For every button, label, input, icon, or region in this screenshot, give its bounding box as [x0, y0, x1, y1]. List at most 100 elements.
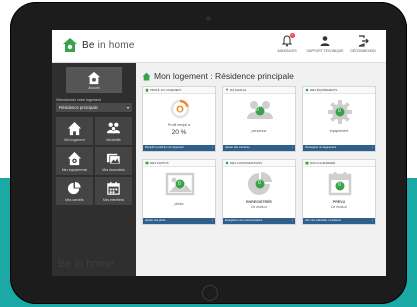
card-title: Mon calendrier [310, 161, 336, 165]
sidebar-item-label: Mon logement [64, 137, 85, 142]
house-icon [67, 121, 82, 135]
photo-caption: photo [174, 202, 184, 206]
card-footer-link[interactable]: Remplir le profil de mon logement i [143, 145, 215, 151]
tablet-device: Be in home 0 Annonces Support technique … [10, 2, 407, 304]
info-icon: i [372, 219, 373, 222]
family-icon [106, 122, 121, 133]
sidebar-item-famille[interactable]: Ma famille [95, 117, 132, 145]
card-footer-text: Ajouter des membres [225, 146, 250, 149]
logout-label: Déconnexion [350, 49, 376, 53]
home-tile[interactable]: Accueil [66, 67, 122, 93]
card-body: Profil rempli à 20 % [143, 94, 215, 144]
calendar-status: PRÉVU [332, 200, 346, 204]
photo-count: 0 [178, 181, 181, 187]
sidebar-item-conseils[interactable]: Mes conseils [56, 177, 93, 205]
family-caption: personne [251, 129, 267, 133]
calendar-count: 0 [338, 182, 341, 188]
photos-icon [106, 153, 121, 164]
card-title: Mes équipements [310, 88, 338, 92]
sidebar-item-label: Mes conseils [65, 197, 84, 202]
card-footer-link[interactable]: Enregistrer mes consommations i [223, 218, 295, 224]
announcements-button[interactable]: 0 Annonces [270, 33, 304, 53]
family-icon [226, 88, 228, 91]
card-header: Ma famille [223, 87, 295, 94]
consumption-status: ENREGISTRÉE [246, 200, 272, 204]
sidebar-watermark: Be in home [58, 258, 114, 270]
sidebar-item-label: Mes entretiens [103, 197, 124, 202]
home-button[interactable] [202, 285, 218, 301]
card-title: Profil du logement [150, 88, 182, 92]
card-photos[interactable]: Mes photos 0 photo Ajouter une photo i [142, 159, 216, 225]
home-tile-label: Accueil [88, 85, 100, 90]
sidebar-item-documents[interactable]: Mes documents [95, 147, 132, 175]
house-logo-icon [87, 71, 101, 84]
calendar-icon [305, 161, 309, 165]
card-consommations[interactable]: Mes consommations 0 ENREGISTRÉE Ce mois-… [222, 159, 296, 225]
sidebar-item-label: Mes documents [102, 167, 125, 172]
card-footer-link[interactable]: Ajouter des membres i [223, 145, 295, 151]
card-body: 0 PRÉVU Ce mois-ci [303, 167, 375, 217]
top-bar: Be in home 0 Annonces Support technique … [52, 30, 386, 63]
app-logo[interactable]: Be in home [62, 37, 135, 53]
notification-badge: 0 [290, 33, 295, 38]
camera-icon [206, 16, 211, 21]
app-name: Be in home [82, 39, 135, 51]
card-footer-link[interactable]: Voir mon calendrier / entretiens i [303, 218, 375, 224]
main-content: Mon logement : Résidence principale Prof… [142, 63, 382, 276]
user-icon [320, 36, 330, 46]
housing-select-label: Sélectionner votre logement [56, 98, 101, 102]
profile-caption: Profil rempli à [168, 123, 190, 127]
announcements-label: Annonces [277, 49, 297, 53]
card-footer-link[interactable]: Ajouter une photo i [143, 218, 215, 224]
card-footer-text: Renseigner un équipement [305, 146, 337, 149]
photo-icon [145, 161, 149, 165]
info-icon: i [292, 146, 293, 149]
pie-chart-icon [67, 181, 81, 194]
calendar-period: Ce mois-ci [330, 205, 347, 209]
top-actions: 0 Annonces Support technique Déconnexion [270, 33, 380, 53]
card-title: Mes photos [150, 161, 169, 165]
sidebar-item-logement[interactable]: Mon logement [56, 117, 93, 145]
card-title: Mes consommations [230, 161, 262, 165]
card-body: 0 ENREGISTRÉE Ce mois-ci [223, 167, 295, 217]
support-button[interactable]: Support technique [306, 35, 344, 53]
sidebar-item-label: Mes équipements [61, 167, 88, 172]
card-famille[interactable]: Ma famille 0 personne Ajouter des membre… [222, 86, 296, 152]
card-calendrier[interactable]: Mon calendrier 0 PRÉVU Ce mois-ci Voir m… [302, 159, 376, 225]
card-profil[interactable]: Profil du logement Profil rempli à 20 % … [142, 86, 216, 152]
info-icon: i [212, 219, 213, 222]
card-footer-text: Remplir le profil de mon logement [145, 146, 184, 149]
logout-button[interactable]: Déconnexion [346, 35, 380, 53]
info-icon: i [372, 146, 373, 149]
profile-percent: 20 % [171, 129, 187, 136]
equipment-caption: équipement [329, 129, 349, 133]
card-footer-text: Enregistrer mes consommations [225, 219, 263, 222]
sidebar: Accueil Sélectionner votre logement Rési… [52, 63, 136, 276]
sidebar-nav: Mon logement Ma famille Mes équipements … [56, 117, 132, 205]
card-header: Mes consommations [223, 160, 295, 167]
consumption-period: Ce mois-ci [250, 205, 267, 209]
family-icon [247, 101, 273, 119]
card-title: Ma famille [230, 88, 247, 92]
appliance-house-icon [67, 151, 82, 165]
card-header: Mes photos [143, 160, 215, 167]
card-footer-link[interactable]: Renseigner un équipement i [303, 145, 375, 151]
progress-ring [170, 99, 190, 119]
sidebar-item-entretiens[interactable]: Mes entretiens [95, 177, 132, 205]
housing-select[interactable]: Résidence principale ▾ [56, 103, 132, 112]
sidebar-item-equipements[interactable]: Mes équipements [56, 147, 93, 175]
app-screen: Be in home 0 Annonces Support technique … [52, 30, 386, 276]
card-body: 0 personne [223, 94, 295, 144]
card-equipements[interactable]: Mes équipements 0 équipement Renseigner … [302, 86, 376, 152]
card-body: 0 photo [143, 167, 215, 217]
info-icon: i [292, 219, 293, 222]
family-count: 0 [256, 107, 259, 113]
support-label: Support technique [306, 49, 344, 53]
house-icon [145, 88, 149, 92]
chevron-down-icon: ▾ [126, 105, 129, 110]
card-footer-text: Ajouter une photo [145, 219, 166, 222]
card-header: Mon calendrier [303, 160, 375, 167]
house-logo-icon [63, 38, 77, 52]
page-title: Mon logement : Résidence principale [142, 71, 294, 81]
card-header: Profil du logement [143, 87, 215, 94]
